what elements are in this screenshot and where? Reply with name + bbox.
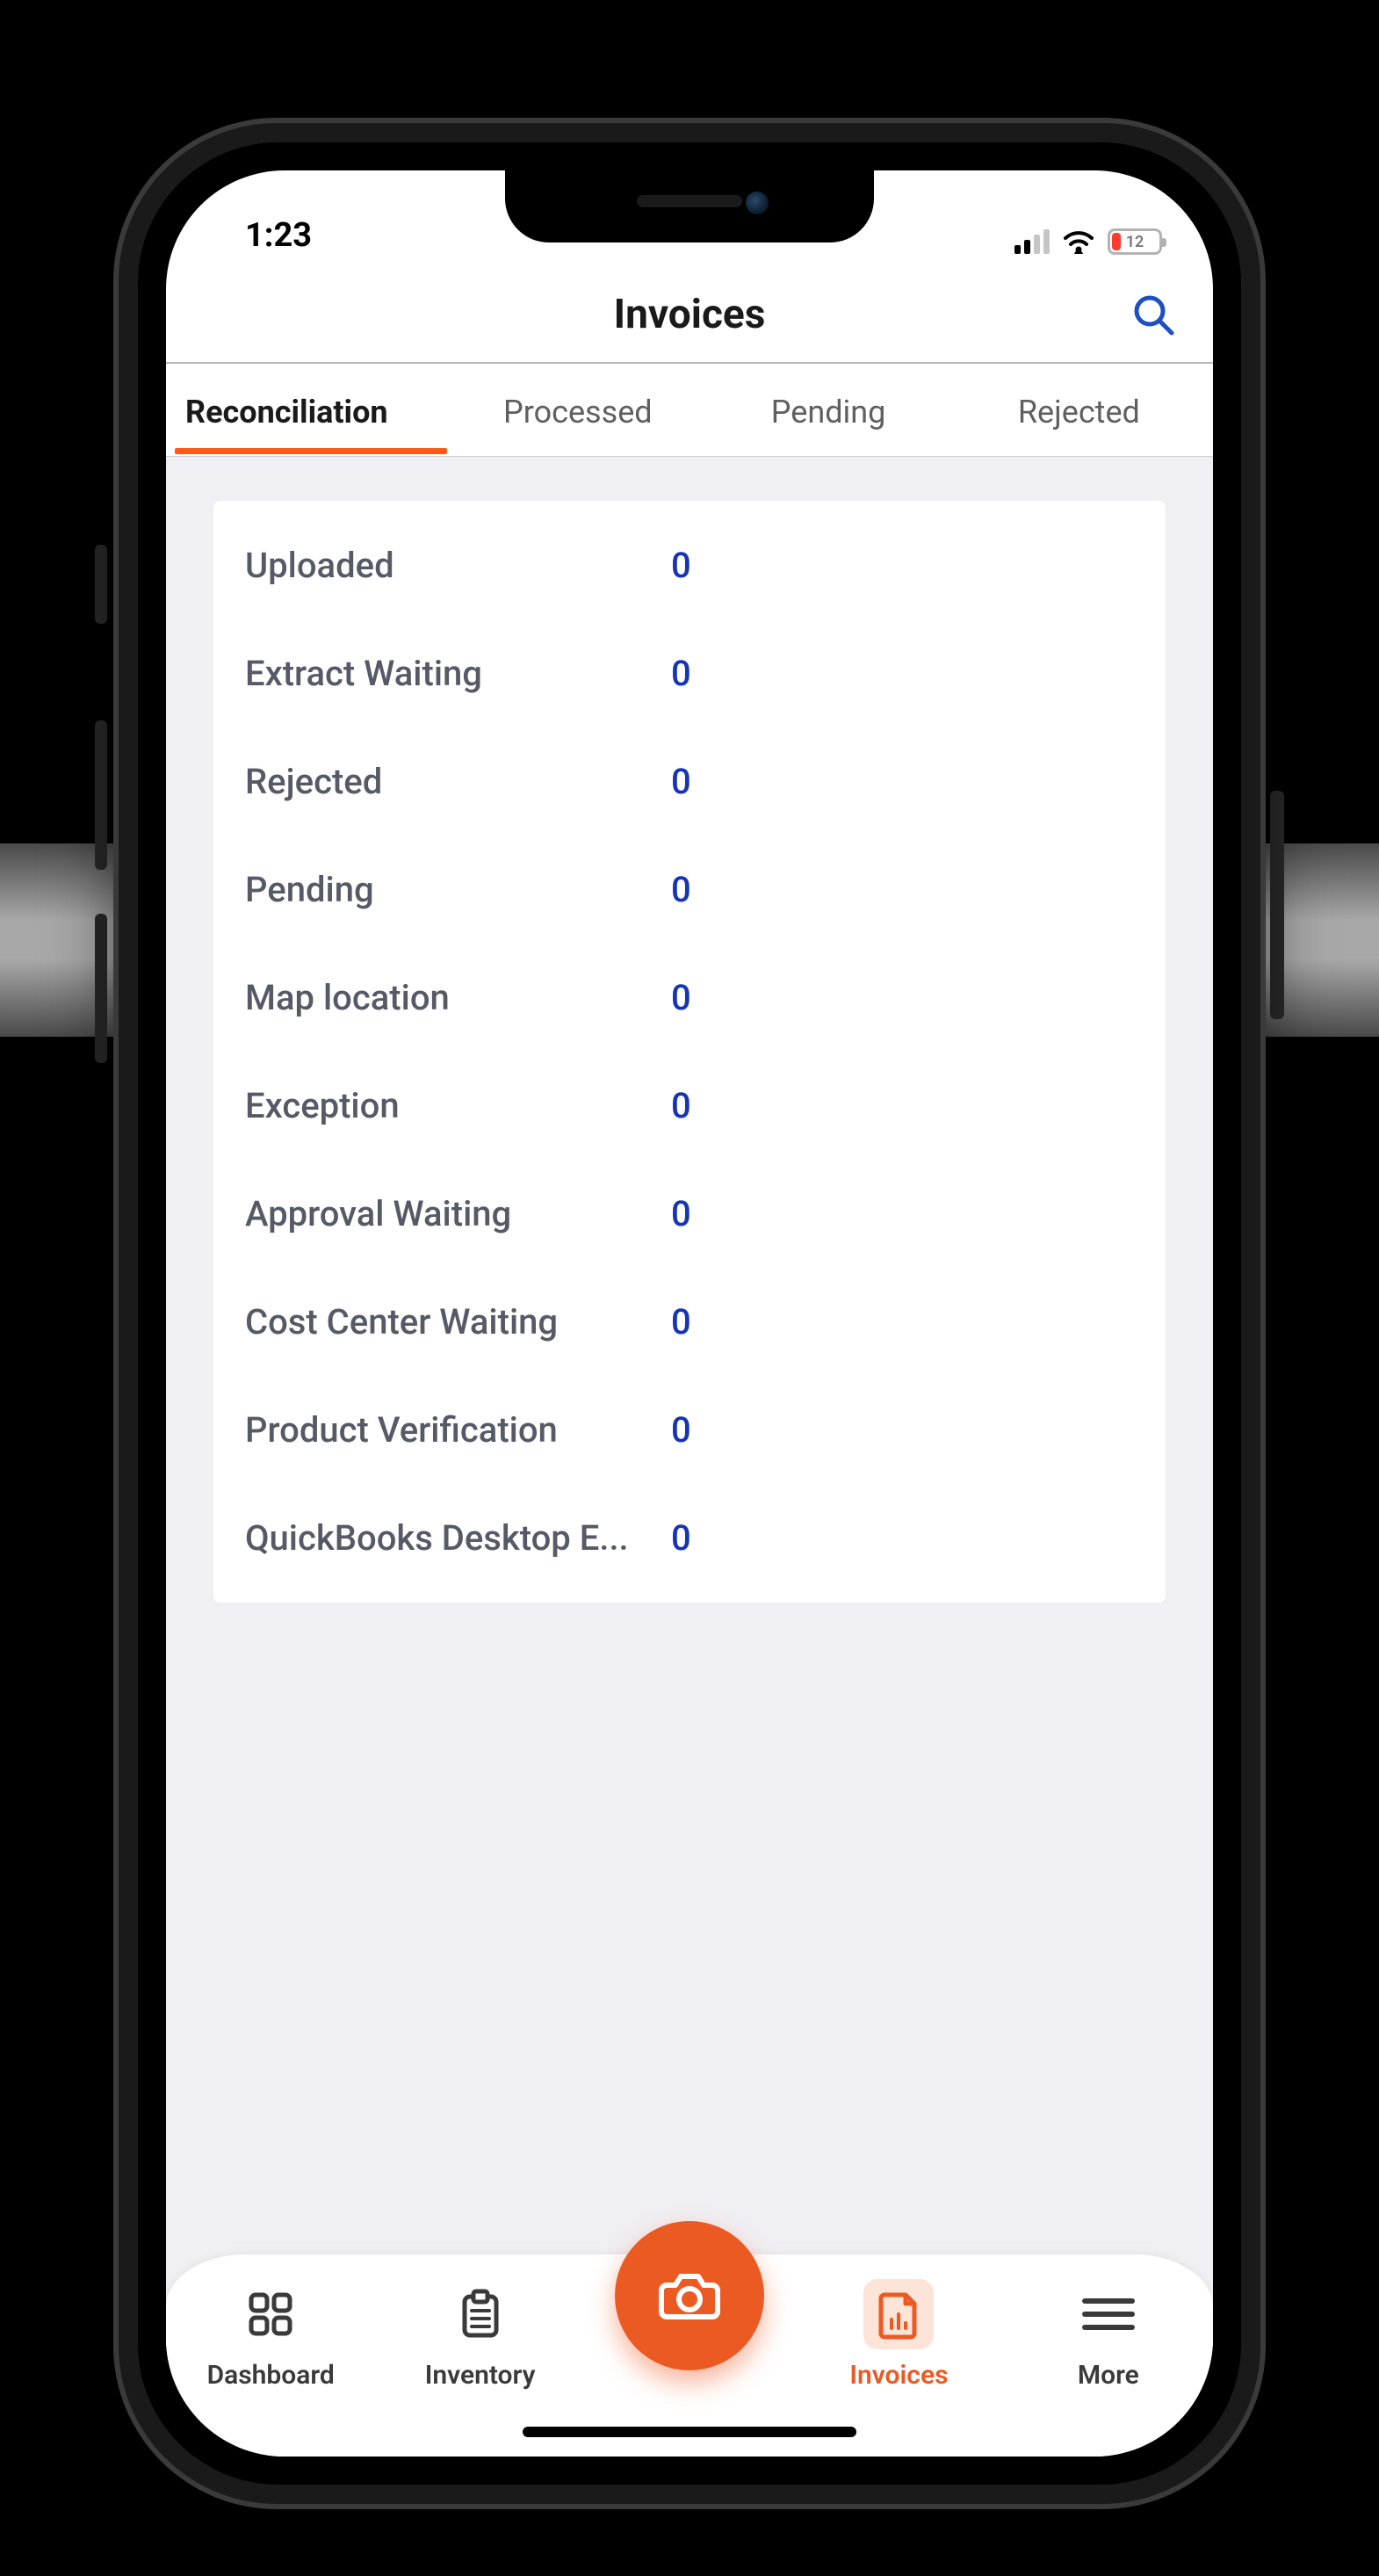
stat-label: Exception	[245, 1085, 671, 1126]
cellular-signal-icon	[1014, 229, 1050, 254]
stat-label: Map location	[245, 977, 671, 1018]
stat-value: 0	[671, 761, 691, 802]
stat-value: 0	[671, 1085, 691, 1126]
stat-value: 0	[671, 653, 691, 694]
search-button[interactable]	[1130, 292, 1176, 337]
stat-row[interactable]: QuickBooks Desktop E... 0	[213, 1484, 1166, 1592]
bottom-nav-area: Dashboard Inventory	[166, 2219, 1213, 2457]
nav-label: More	[1078, 2360, 1139, 2391]
dashboard-icon	[244, 2288, 297, 2341]
camera-fab[interactable]	[615, 2221, 764, 2370]
page-title: Invoices	[614, 291, 766, 338]
nav-invoices[interactable]: Invoices	[794, 2279, 1003, 2391]
stat-label: Pending	[245, 869, 671, 910]
stat-label: Rejected	[245, 761, 671, 802]
stat-label: Product Verification	[245, 1409, 671, 1451]
stat-row[interactable]: Exception 0	[213, 1052, 1166, 1160]
battery-icon: 12	[1108, 228, 1162, 255]
stat-row[interactable]: Cost Center Waiting 0	[213, 1268, 1166, 1376]
stat-row[interactable]: Rejected 0	[213, 727, 1166, 836]
tabs: Reconciliation Processed Pending Rejecte…	[166, 364, 1213, 457]
stat-value: 0	[671, 1193, 691, 1234]
stat-value: 0	[671, 869, 691, 910]
camera-icon	[654, 2261, 725, 2331]
tab-pending[interactable]: Pending	[703, 367, 953, 453]
stat-label: Approval Waiting	[245, 1193, 671, 1234]
device-notch	[505, 170, 874, 242]
nav-more[interactable]: More	[1004, 2279, 1213, 2391]
stat-value: 0	[671, 545, 691, 586]
stat-value: 0	[671, 977, 691, 1018]
tab-rejected[interactable]: Rejected	[954, 367, 1204, 453]
stat-value: 0	[671, 1301, 691, 1342]
stat-label: Extract Waiting	[245, 653, 671, 694]
tab-reconciliation[interactable]: Reconciliation	[175, 367, 452, 453]
tab-processed[interactable]: Processed	[452, 367, 703, 453]
stat-row[interactable]: Extract Waiting 0	[213, 619, 1166, 727]
clipboard-icon	[454, 2288, 507, 2341]
invoice-icon	[872, 2288, 925, 2341]
stat-row[interactable]: Uploaded 0	[213, 511, 1166, 619]
stat-row[interactable]: Map location 0	[213, 944, 1166, 1052]
nav-label: Invoices	[849, 2360, 948, 2391]
stat-row[interactable]: Product Verification 0	[213, 1376, 1166, 1484]
nav-inventory[interactable]: Inventory	[375, 2279, 584, 2391]
status-time: 1:23	[227, 216, 312, 255]
home-indicator[interactable]	[523, 2427, 856, 2437]
nav-dashboard[interactable]: Dashboard	[166, 2279, 375, 2391]
header: Invoices	[166, 267, 1213, 364]
nav-label: Dashboard	[207, 2360, 335, 2391]
stats-card: Uploaded 0 Extract Waiting 0 Rejected 0 …	[213, 501, 1166, 1603]
menu-icon	[1079, 2292, 1137, 2336]
search-icon	[1130, 292, 1176, 337]
stat-value: 0	[671, 1517, 691, 1559]
content-area: Uploaded 0 Extract Waiting 0 Rejected 0 …	[166, 457, 1213, 2219]
stat-row[interactable]: Approval Waiting 0	[213, 1160, 1166, 1268]
phone-frame: 1:23 12	[119, 123, 1260, 2504]
stat-label: QuickBooks Desktop E...	[245, 1517, 671, 1559]
stat-value: 0	[671, 1409, 691, 1451]
stat-row[interactable]: Pending 0	[213, 836, 1166, 944]
wifi-icon	[1062, 229, 1095, 254]
battery-percent: 12	[1126, 233, 1144, 251]
nav-label: Inventory	[425, 2360, 536, 2391]
stat-label: Cost Center Waiting	[245, 1301, 671, 1342]
stat-label: Uploaded	[245, 545, 671, 586]
